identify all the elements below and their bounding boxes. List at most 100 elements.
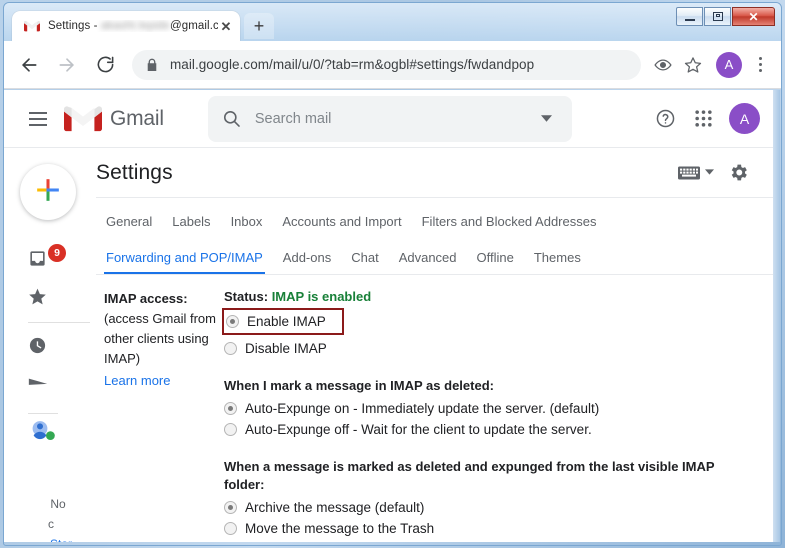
hangouts-empty-text: No c Star ( — [4, 494, 96, 542]
chrome-menu-icon[interactable] — [749, 57, 771, 72]
deleted-section-title-line-2: folder: — [224, 476, 774, 494]
imap-description-line-3: IMAP) — [104, 349, 224, 369]
gmail-favicon-icon — [24, 19, 40, 33]
radio-archive-message[interactable]: Archive the message (default) — [224, 497, 774, 518]
tab-filters-and-blocked-addresses[interactable]: Filters and Blocked Addresses — [412, 206, 607, 238]
radio-auto-expunge-on[interactable]: Auto-Expunge on - Immediately update the… — [224, 398, 774, 419]
inbox-unread-badge: 9 — [48, 244, 66, 262]
tab-title-prefix: Settings - — [48, 20, 101, 32]
imap-status-prefix: Status: — [224, 289, 268, 304]
bookmark-star-icon[interactable] — [679, 51, 707, 79]
window-right-edge — [773, 90, 780, 542]
search-input[interactable] — [255, 111, 536, 127]
gmail-wordmark: Gmail — [110, 107, 164, 131]
radio-disable-imap[interactable]: Disable IMAP — [224, 338, 774, 359]
view-icon[interactable] — [649, 51, 677, 79]
compose-button[interactable] — [20, 164, 76, 220]
radio-move-to-trash-indicator — [224, 522, 237, 535]
tab-close-icon[interactable]: ✕ — [218, 18, 234, 34]
gmail-logo[interactable]: Gmail — [64, 104, 164, 133]
gmail-account-avatar[interactable]: A — [729, 103, 760, 134]
sidebar-item-snoozed[interactable] — [4, 329, 96, 367]
tab-title-suffix: @gmail.c — [170, 20, 218, 32]
tab-accounts-and-import[interactable]: Accounts and Import — [272, 206, 411, 238]
radio-auto-expunge-off-label: Auto-Expunge off - Wait for the client t… — [245, 422, 592, 437]
clock-icon — [28, 336, 47, 360]
radio-disable-imap-label: Disable IMAP — [245, 341, 327, 356]
tab-labels[interactable]: Labels — [162, 206, 220, 238]
tab-themes[interactable]: Themes — [524, 242, 591, 274]
page-title: Settings — [96, 161, 173, 185]
gmail-header-right: A — [649, 103, 760, 135]
keyboard-icon[interactable] — [678, 166, 714, 180]
settings-tabs-row-1: General Labels Inbox Accounts and Import… — [96, 206, 774, 238]
sidebar-item-inbox[interactable]: 9 — [4, 242, 96, 280]
imap-status-value: IMAP is enabled — [272, 289, 371, 304]
imap-access-label-column: IMAP access: (access Gmail from other cl… — [96, 289, 224, 539]
gmail-header: Gmail — [4, 90, 774, 148]
settings-main: Settings — [96, 148, 774, 542]
chevron-down-icon[interactable] — [705, 168, 714, 177]
window-maximize-button[interactable] — [704, 7, 731, 26]
search-mail-box[interactable] — [208, 96, 572, 142]
window-close-button[interactable]: ✕ — [732, 7, 775, 26]
radio-auto-expunge-on-label: Auto-Expunge on - Immediately update the… — [245, 401, 599, 416]
address-bar[interactable]: mail.google.com/mail/u/0/?tab=rm&ogbl#se… — [132, 50, 641, 80]
gmail-m-icon — [64, 104, 102, 133]
tab-general[interactable]: General — [96, 206, 162, 238]
main-menu-icon[interactable] — [18, 99, 58, 139]
imap-status-line: Status: IMAP is enabled — [224, 289, 774, 304]
back-icon[interactable] — [14, 50, 44, 80]
deleted-section-title-line-1: When a message is marked as deleted and … — [224, 458, 774, 476]
browser-toolbar: mail.google.com/mail/u/0/?tab=rm&ogbl#se… — [4, 41, 781, 89]
imap-settings-column: Status: IMAP is enabled Enable IMAP — [224, 289, 774, 539]
search-options-chevron-down-icon[interactable] — [536, 115, 558, 122]
tab-chat[interactable]: Chat — [341, 242, 388, 274]
search-icon — [222, 109, 241, 128]
contact-avatar-icon — [28, 420, 58, 453]
tab-forwarding-and-pop-imap[interactable]: Forwarding and POP/IMAP — [96, 242, 273, 274]
reload-icon[interactable] — [90, 50, 120, 80]
help-icon[interactable] — [649, 103, 681, 135]
learn-more-link[interactable]: Learn more — [104, 371, 224, 391]
radio-move-to-trash-label: Move the message to the Trash — [245, 521, 434, 536]
sidebar-item-starred[interactable] — [4, 280, 96, 318]
radio-auto-expunge-off[interactable]: Auto-Expunge off - Wait for the client t… — [224, 419, 774, 440]
browser-window: ✕ Settings - akasht.lepide@gmail.c ✕ + — [3, 2, 782, 546]
hangouts-line-2: c — [28, 514, 96, 534]
send-icon — [28, 376, 48, 397]
radio-move-to-trash[interactable]: Move the message to the Trash — [224, 518, 774, 539]
window-controls: ✕ — [676, 7, 775, 26]
tab-advanced[interactable]: Advanced — [389, 242, 467, 274]
imap-description-line-1: (access Gmail from — [104, 309, 224, 329]
tab-offline[interactable]: Offline — [467, 242, 524, 274]
settings-content: IMAP access: (access Gmail from other cl… — [96, 275, 774, 539]
radio-enable-imap-label: Enable IMAP — [247, 314, 326, 329]
settings-header-actions — [678, 157, 754, 189]
browser-tab-title: Settings - akasht.lepide@gmail.c — [48, 20, 218, 32]
rail-divider — [28, 322, 90, 323]
radio-enable-imap[interactable]: Enable IMAP — [226, 311, 326, 332]
new-tab-button[interactable]: + — [244, 13, 274, 39]
settings-tabs-row-2: Forwarding and POP/IMAP Add-ons Chat Adv… — [96, 242, 774, 274]
apps-grid-icon[interactable] — [687, 103, 719, 135]
window-minimize-button[interactable] — [676, 7, 703, 26]
browser-tab-settings[interactable]: Settings - akasht.lepide@gmail.c ✕ — [12, 11, 240, 41]
lock-icon — [146, 58, 158, 72]
radio-disable-imap-indicator — [224, 342, 237, 355]
tab-inbox[interactable]: Inbox — [221, 206, 273, 238]
address-bar-url: mail.google.com/mail/u/0/?tab=rm&ogbl#se… — [170, 57, 534, 72]
hangouts-line-1: No — [28, 494, 96, 514]
gear-icon[interactable] — [722, 157, 754, 189]
gmail-sidebar-rail: 9 — [4, 148, 96, 542]
hangouts-contact-avatar[interactable] — [4, 414, 96, 458]
tab-add-ons[interactable]: Add-ons — [273, 242, 341, 274]
radio-auto-expunge-off-indicator — [224, 423, 237, 436]
radio-auto-expunge-on-indicator — [224, 402, 237, 415]
forward-icon[interactable] — [52, 50, 82, 80]
radio-enable-imap-indicator — [226, 315, 239, 328]
chrome-profile-avatar[interactable]: A — [716, 52, 742, 78]
sidebar-item-sent[interactable] — [4, 367, 96, 405]
hangouts-start-link[interactable]: Star — [28, 534, 96, 542]
desktop-background: ✕ Settings - akasht.lepide@gmail.c ✕ + — [0, 0, 785, 548]
